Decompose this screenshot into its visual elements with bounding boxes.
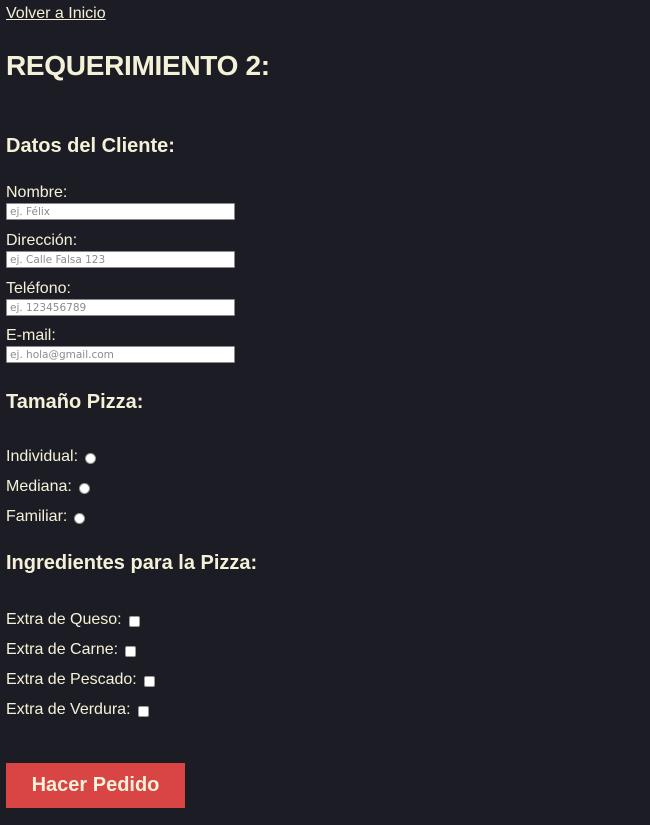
ingredient-option-pescado: Extra de Pescado: (6, 671, 155, 689)
size-option-label: Individual: (6, 448, 79, 465)
extra-carne-checkbox[interactable] (125, 645, 137, 657)
size-option-familiar: Familiar: (6, 508, 86, 526)
back-to-home-link[interactable]: Volver a Inicio (6, 5, 106, 23)
ingredient-option-label: Extra de Carne: (6, 641, 119, 658)
ingredient-option-carne: Extra de Carne: (6, 641, 137, 659)
address-label: Dirección: (6, 232, 78, 249)
page-title: REQUERIMIENTO 2: (6, 50, 270, 81)
client-data-heading: Datos del Cliente: (6, 135, 175, 157)
ingredient-option-verdura: Extra de Verdura: (6, 701, 149, 719)
individual-radio[interactable] (85, 452, 97, 464)
size-option-label: Mediana: (6, 478, 72, 495)
ingredient-option-label: Extra de Verdura: (6, 701, 131, 718)
phone-label: Teléfono: (6, 280, 71, 297)
name-field[interactable] (6, 203, 235, 220)
ingredient-option-queso: Extra de Queso: (6, 611, 140, 629)
ingredient-option-label: Extra de Queso: (6, 611, 122, 628)
size-option-mediana: Mediana: (6, 478, 90, 496)
mediana-radio[interactable] (78, 482, 90, 494)
phone-field[interactable] (6, 299, 235, 316)
address-field[interactable] (6, 251, 235, 268)
extra-pescado-checkbox[interactable] (143, 675, 155, 687)
familiar-radio[interactable] (74, 512, 86, 524)
size-option-label: Familiar: (6, 508, 68, 525)
extra-verdura-checkbox[interactable] (137, 705, 149, 717)
email-label: E-mail: (6, 327, 56, 344)
ingredient-option-label: Extra de Pescado: (6, 671, 137, 688)
name-label: Nombre: (6, 184, 68, 201)
ingredients-heading: Ingredientes para la Pizza: (6, 552, 258, 574)
email-field[interactable] (6, 346, 235, 363)
extra-queso-checkbox[interactable] (128, 615, 140, 627)
size-option-individual: Individual: (6, 448, 97, 466)
place-order-button[interactable]: Hacer Pedido (6, 763, 185, 808)
pizza-size-heading: Tamaño Pizza: (6, 391, 144, 413)
